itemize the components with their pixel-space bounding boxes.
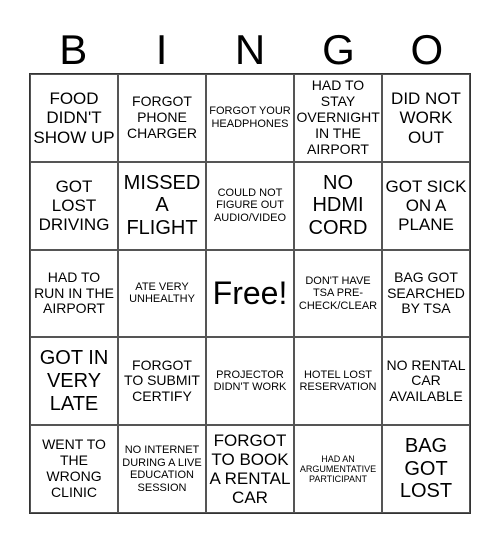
header-letter-n: N	[234, 26, 266, 73]
bingo-cell[interactable]: FORGOT TO SUBMIT CERTIFY	[118, 337, 206, 426]
bingo-cell[interactable]: HOTEL LOST RESERVATION	[294, 337, 382, 426]
bingo-header: B I N G O	[29, 28, 471, 72]
bingo-cell[interactable]: NO RENTAL CAR AVAILABLE	[382, 337, 470, 426]
bingo-cell[interactable]: COULD NOT FIGURE OUT AUDIO/VIDEO	[206, 161, 294, 250]
bingo-cell[interactable]: BAG GOT LOST	[382, 425, 470, 513]
header-letter-b: B	[59, 26, 88, 73]
bingo-cell[interactable]: FORGOT YOUR HEADPHONES	[206, 74, 294, 162]
bingo-cell[interactable]: FOOD DIDN'T SHOW UP	[30, 74, 118, 162]
bingo-cell[interactable]: FORGOT TO BOOK A RENTAL CAR	[206, 425, 294, 513]
bingo-cell[interactable]: ATE VERY UNHEALTHY	[118, 249, 206, 338]
bingo-cell[interactable]: GOT LOST DRIVING	[30, 161, 118, 250]
bingo-cell[interactable]: HAD TO STAY OVERNIGHT IN THE AIRPORT	[294, 74, 382, 162]
free-space-cell[interactable]: Free!	[206, 249, 294, 338]
bingo-cell[interactable]: BAG GOT SEARCHED BY TSA	[382, 249, 470, 338]
bingo-cell[interactable]: NO HDMI CORD	[294, 161, 382, 250]
bingo-cell[interactable]: HAD AN ARGUMENTATIVE PARTICIPANT	[294, 425, 382, 513]
bingo-cell[interactable]: DID NOT WORK OUT	[382, 74, 470, 162]
bingo-cell[interactable]: GOT IN VERY LATE	[30, 337, 118, 426]
header-letter-i: I	[155, 26, 168, 73]
bingo-cell[interactable]: GOT SICK ON A PLANE	[382, 161, 470, 250]
bingo-cell[interactable]: MISSED A FLIGHT	[118, 161, 206, 250]
bingo-cell[interactable]: FORGOT PHONE CHARGER	[118, 74, 206, 162]
header-letter-g: G	[322, 26, 355, 73]
bingo-cell[interactable]: NO INTERNET DURING A LIVE EDUCATION SESS…	[118, 425, 206, 513]
bingo-card-grid: FOOD DIDN'T SHOW UP FORGOT PHONE CHARGER F…	[29, 73, 471, 514]
bingo-cell[interactable]: HAD TO RUN IN THE AIRPORT	[30, 249, 118, 338]
bingo-cell[interactable]: PROJECTOR DIDN'T WORK	[206, 337, 294, 426]
bingo-cell[interactable]: DON'T HAVE TSA PRE-CHECK/CLEAR	[294, 249, 382, 338]
header-letter-o: O	[410, 26, 444, 73]
bingo-cell[interactable]: WENT TO THE WRONG CLINIC	[30, 425, 118, 513]
